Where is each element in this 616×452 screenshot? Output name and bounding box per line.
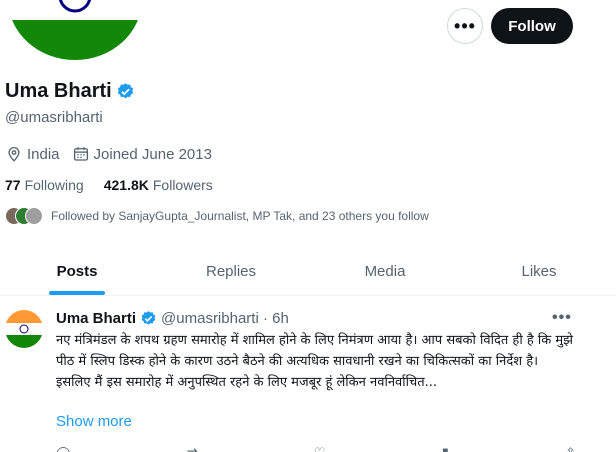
tweet[interactable]: Uma Bharti @umasribharti · 6h ••• नए मंत… xyxy=(0,297,616,452)
following-link[interactable]: 77 Following xyxy=(5,177,84,193)
tab-label: Posts xyxy=(56,263,98,280)
calendar-icon xyxy=(73,147,88,161)
followers-link[interactable]: 421.8K Followers xyxy=(104,177,213,193)
mini-avatar xyxy=(25,207,43,225)
tweet-more-button[interactable]: ••• xyxy=(552,309,572,327)
repost-icon[interactable]: ⇄ xyxy=(187,445,198,452)
followed-by-text: Followed by SanjayGupta_Journalist, MP T… xyxy=(51,209,429,223)
profile-tabs: Posts Replies Media Likes xyxy=(0,248,616,296)
profile-name: Uma Bharti xyxy=(5,80,112,102)
followed-by-row[interactable]: Followed by SanjayGupta_Journalist, MP T… xyxy=(5,206,429,226)
india-flag-icon xyxy=(8,0,142,60)
location-item: India xyxy=(5,145,60,163)
show-more-link[interactable]: Show more xyxy=(56,413,132,430)
tab-label: Replies xyxy=(205,263,257,280)
like-icon[interactable]: ♡ xyxy=(314,445,326,452)
follow-stats: 77 Following 421.8K Followers xyxy=(5,177,233,193)
tweet-author-name[interactable]: Uma Bharti xyxy=(56,310,136,327)
share-icon[interactable]: ⇪ xyxy=(565,445,576,452)
tweet-handle-time[interactable]: @umasribharti · 6h xyxy=(161,310,289,327)
active-tab-indicator xyxy=(49,291,105,295)
location-text: India xyxy=(27,145,60,163)
joined-text: Joined June 2013 xyxy=(93,145,212,163)
more-options-button[interactable]: ••• xyxy=(447,8,483,44)
tab-label: Media xyxy=(364,263,406,280)
profile-avatar[interactable] xyxy=(8,0,142,60)
joined-item: Joined June 2013 xyxy=(72,145,212,163)
follow-button[interactable]: Follow xyxy=(491,8,573,44)
profile-name-row: Uma Bharti xyxy=(5,80,135,103)
tweet-avatar[interactable] xyxy=(5,310,43,348)
tab-likes[interactable]: Likes xyxy=(462,248,616,295)
reply-icon[interactable]: ◯ xyxy=(56,445,71,452)
following-count: 77 xyxy=(5,177,21,193)
tweet-actions: ◯ ⇄ ♡ ▮ ⇪ xyxy=(56,445,576,452)
profile-handle: @umasribharti xyxy=(5,109,103,126)
views-icon[interactable]: ▮ xyxy=(442,445,449,452)
tweet-text: नए मंत्रिमंडल के शपथ ग्रहण समारोह में शा… xyxy=(56,333,573,390)
verified-badge-icon xyxy=(117,83,133,99)
profile-meta: India Joined June 2013 xyxy=(5,145,224,163)
tab-label: Likes xyxy=(521,263,557,280)
tab-posts[interactable]: Posts xyxy=(0,248,154,295)
tab-media[interactable]: Media xyxy=(308,248,462,295)
tab-replies[interactable]: Replies xyxy=(154,248,308,295)
following-label: Following xyxy=(24,177,84,193)
tweet-header: Uma Bharti @umasribharti · 6h xyxy=(56,310,289,327)
location-pin-icon xyxy=(8,147,20,162)
followers-label: Followers xyxy=(152,177,213,193)
followers-you-know-avatars xyxy=(5,206,45,226)
followers-count: 421.8K xyxy=(103,177,149,193)
india-flag-icon xyxy=(5,310,43,348)
verified-badge-icon xyxy=(141,311,156,325)
